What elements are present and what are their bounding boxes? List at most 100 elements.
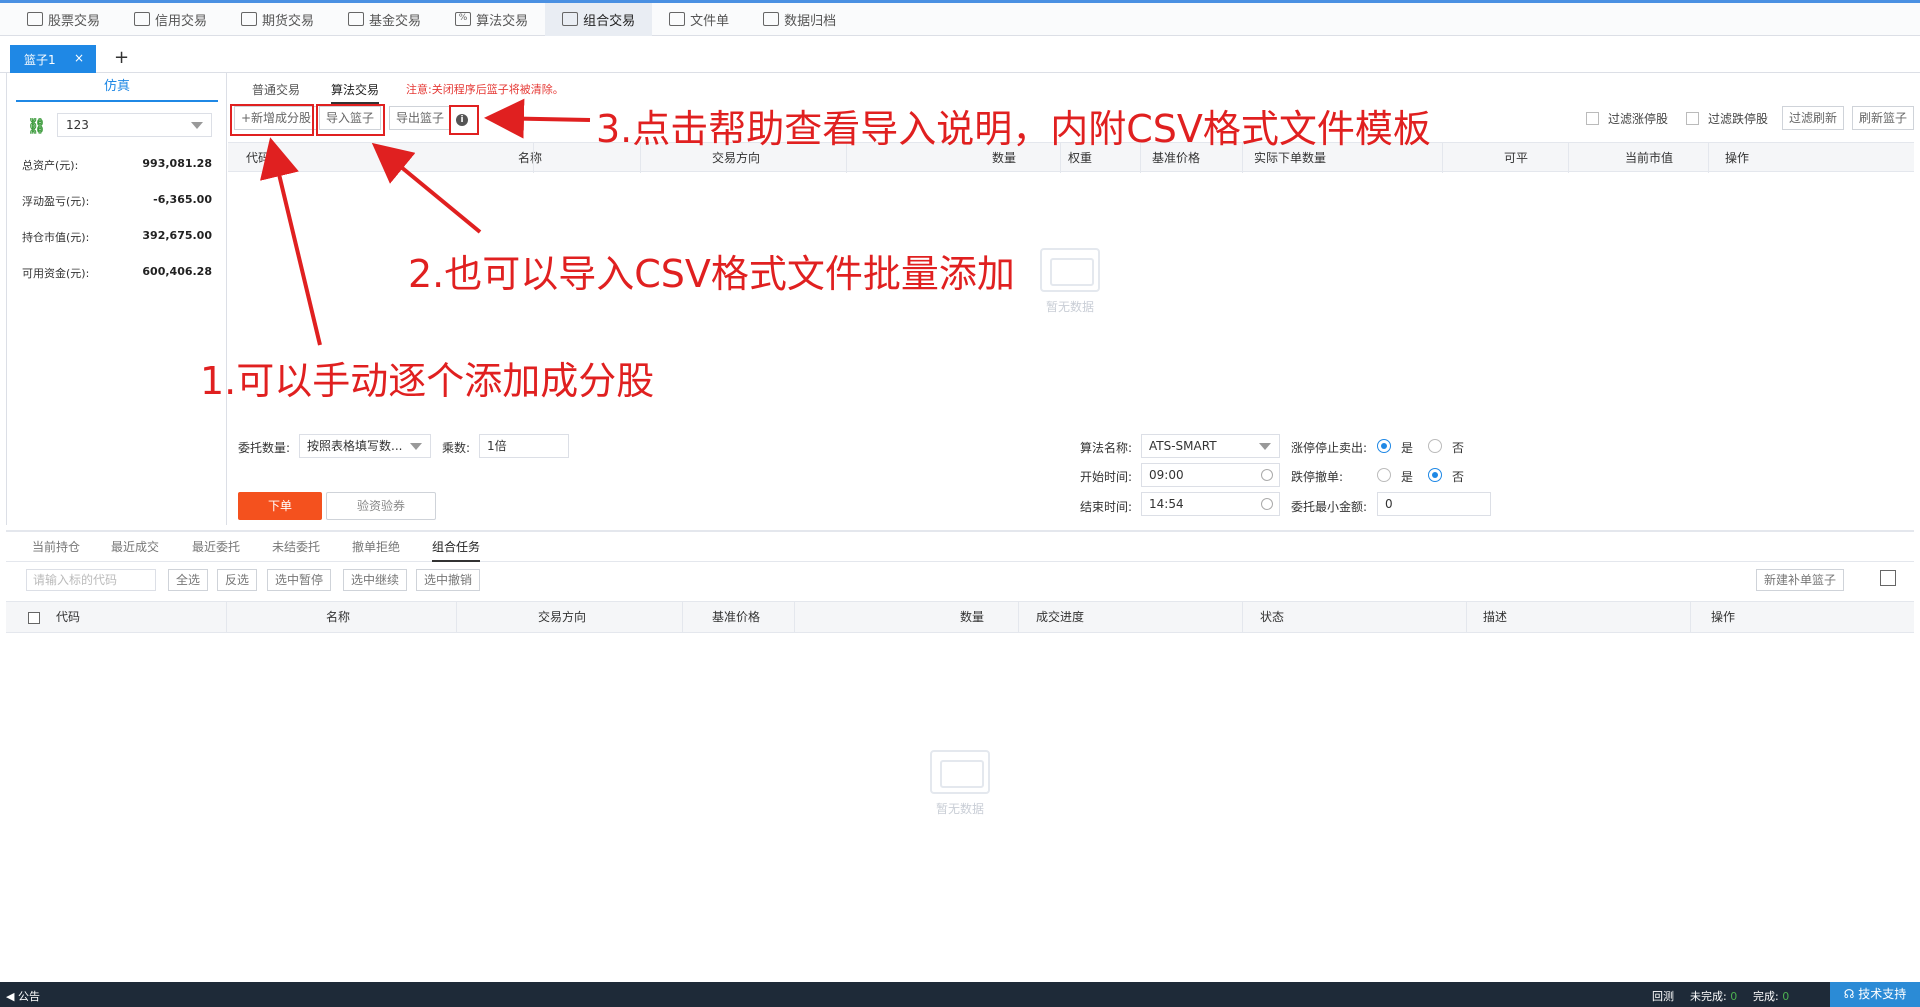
multiplier-value: 1倍 <box>487 439 507 453</box>
limit-up-stop-label: 涨停停止卖出: <box>1291 441 1368 455</box>
end-time-value: 14:54 <box>1149 497 1184 511</box>
col-label: 状态 <box>1260 610 1285 624</box>
filter-limit-down-label: 过滤跌停股 <box>1708 112 1769 126</box>
chevron-down-icon <box>191 122 203 129</box>
col-divider <box>226 602 227 632</box>
verify-funds-button[interactable]: 验资验券 <box>326 492 436 520</box>
layers-icon <box>763 12 780 26</box>
col-divider <box>1442 143 1443 173</box>
col-closable[interactable]: 可平 <box>1504 143 1528 173</box>
limit-up-no-radio[interactable] <box>1428 439 1442 453</box>
filter-limit-up-checkbox[interactable] <box>1586 112 1599 125</box>
resume-selected-button[interactable]: 选中继续 <box>343 569 408 591</box>
nav-fund-trading[interactable]: 基金交易 <box>331 3 438 36</box>
col-status[interactable]: 状态 <box>1260 602 1284 632</box>
export-basket-button[interactable]: 导出篮子 <box>389 106 452 130</box>
col-label: 交易方向 <box>538 610 587 624</box>
tech-support-button[interactable]: ☊ 技术支持 <box>1830 982 1920 1007</box>
nav-futures-trading[interactable]: 期货交易 <box>224 3 331 36</box>
nav-file-order[interactable]: 文件单 <box>652 3 746 36</box>
qty-select[interactable]: 按照表格填写数... <box>299 434 431 458</box>
limit-down-yes-radio[interactable] <box>1377 468 1391 482</box>
nav-label: 数据归档 <box>784 13 837 29</box>
col-label: 权重 <box>1068 151 1093 165</box>
tab-recent-trades[interactable]: 最近成交 <box>111 538 159 555</box>
stat-total-assets: 总资产(元): 993,081.28 <box>22 157 212 173</box>
tab-algo-trading[interactable]: 算法交易 <box>331 81 380 104</box>
col-code[interactable]: 代码 <box>56 602 80 632</box>
nav-data-archive[interactable]: 数据归档 <box>746 3 853 36</box>
nav-credit-trading[interactable]: 信用交易 <box>117 3 224 36</box>
basket-tabbar: 篮子1 × + <box>0 36 1920 73</box>
symbol-search-input[interactable]: 请输入标的代码 <box>26 569 156 591</box>
rollback-label: 回测 <box>1652 990 1674 1003</box>
stat-label: 持仓市值(元): <box>22 231 90 244</box>
tab-recent-orders[interactable]: 最近委托 <box>192 538 240 555</box>
link-icon[interactable]: ⛓ <box>27 117 46 135</box>
yes-label: 是 <box>1401 470 1414 484</box>
tab-cancel-rejects[interactable]: 撤单拒绝 <box>352 538 400 555</box>
qty-select-value: 按照表格填写数... <box>307 439 403 453</box>
add-tab-icon[interactable]: + <box>114 45 129 71</box>
nav-label: 期货交易 <box>262 13 315 29</box>
filter-limit-down-checkbox[interactable] <box>1686 112 1699 125</box>
col-label: 实际下单数量 <box>1254 151 1327 165</box>
account-select[interactable]: 123 <box>57 113 212 137</box>
algo-select[interactable]: ATS-SMART <box>1141 434 1280 458</box>
finished-count: 完成: 0 <box>1753 988 1789 1004</box>
account-select-value: 123 <box>66 118 89 132</box>
close-icon[interactable]: × <box>74 51 84 65</box>
refresh-basket-button[interactable]: 刷新篮子 <box>1852 106 1915 130</box>
col-base-price[interactable]: 基准价格 <box>712 602 760 632</box>
invert-selection-button[interactable]: 反选 <box>217 569 258 591</box>
select-all-checkbox[interactable] <box>28 612 40 624</box>
credit-card-icon <box>134 12 151 26</box>
col-name[interactable]: 名称 <box>518 143 542 173</box>
end-time-input[interactable]: 14:54 <box>1141 492 1280 516</box>
algo-select-value: ATS-SMART <box>1149 439 1217 453</box>
file-icon <box>669 12 686 26</box>
tab-portfolio-tasks[interactable]: 组合任务 <box>432 538 481 562</box>
nav-portfolio-trading[interactable]: 组合交易 <box>545 2 653 36</box>
notice-label: 公告 <box>17 990 40 1003</box>
empty-text: 暂无数据 <box>1045 300 1094 314</box>
external-link-icon[interactable] <box>1880 570 1896 586</box>
basket-tab[interactable]: 篮子1 × <box>10 45 96 73</box>
limit-down-no-radio[interactable] <box>1428 468 1442 482</box>
end-time-label: 结束时间: <box>1080 500 1133 514</box>
col-divider <box>1242 602 1243 632</box>
col-label: 描述 <box>1483 610 1508 624</box>
min-amount-input[interactable]: 0 <box>1377 492 1491 516</box>
tab-open-orders[interactable]: 未结委托 <box>272 538 320 555</box>
filter-refresh-button[interactable]: 过滤刷新 <box>1782 106 1845 130</box>
tab-current-positions[interactable]: 当前持仓 <box>32 538 80 555</box>
select-all-button[interactable]: 全选 <box>168 569 209 591</box>
nav-stock-trading[interactable]: 股票交易 <box>10 3 117 36</box>
col-code[interactable]: 代码 <box>246 143 270 173</box>
limit-up-yes-radio[interactable] <box>1377 439 1391 453</box>
unfinished-value: 0 <box>1730 990 1738 1003</box>
col-description[interactable]: 描述 <box>1483 602 1507 632</box>
nav-label: 基金交易 <box>369 13 422 29</box>
place-order-button[interactable]: 下单 <box>238 492 322 520</box>
col-name[interactable]: 名称 <box>326 602 350 632</box>
min-amount-value: 0 <box>1385 497 1393 511</box>
tab-normal-trading[interactable]: 普通交易 <box>252 81 300 98</box>
nav-algo-trading[interactable]: % 算法交易 <box>438 3 545 36</box>
cancel-selected-button[interactable]: 选中撤销 <box>416 569 481 591</box>
col-fill-progress[interactable]: 成交进度 <box>1036 602 1084 632</box>
megaphone-icon: ◀ <box>6 990 18 1003</box>
col-market-value[interactable]: 当前市值 <box>1625 143 1673 173</box>
empty-text: 暂无数据 <box>935 802 984 816</box>
notice-link[interactable]: ◀ 公告 <box>6 988 40 1004</box>
col-label: 基准价格 <box>712 610 761 624</box>
highlight-import-button <box>316 104 385 136</box>
new-refill-basket-button[interactable]: 新建补单篮子 <box>1756 569 1845 591</box>
multiplier-input[interactable]: 1倍 <box>479 434 569 458</box>
col-quantity[interactable]: 数量 <box>960 602 984 632</box>
col-label: 代码 <box>56 610 81 624</box>
col-direction[interactable]: 交易方向 <box>538 602 586 632</box>
annotation-step-2: 2.也可以导入CSV格式文件批量添加 <box>408 252 1015 296</box>
start-time-input[interactable]: 09:00 <box>1141 463 1280 487</box>
pause-selected-button[interactable]: 选中暂停 <box>267 569 332 591</box>
